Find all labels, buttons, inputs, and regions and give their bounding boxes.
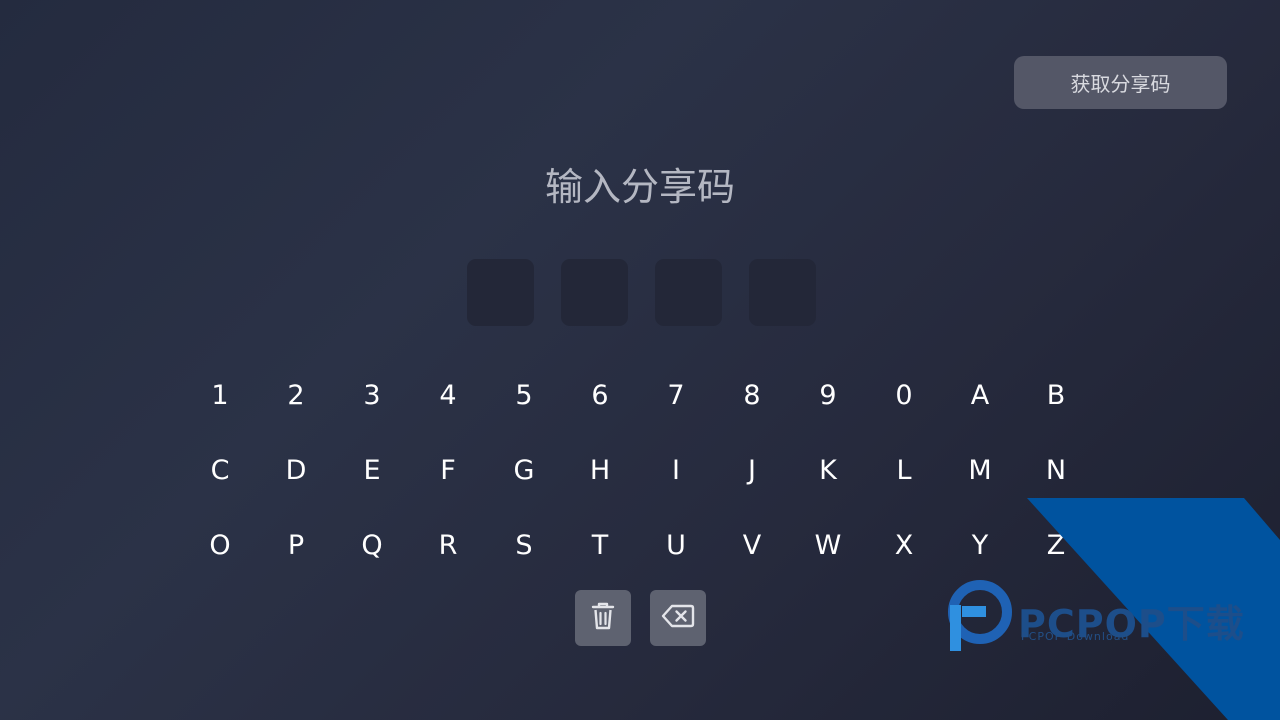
key-l[interactable]: L bbox=[874, 445, 934, 495]
code-slot-3 bbox=[655, 259, 722, 326]
key-s[interactable]: S bbox=[494, 520, 554, 570]
watermark-logo-icon bbox=[948, 580, 1012, 651]
key-z[interactable]: Z bbox=[1026, 520, 1086, 570]
page-title: 输入分享码 bbox=[544, 165, 735, 209]
key-y[interactable]: Y bbox=[950, 520, 1010, 570]
key-q[interactable]: Q bbox=[342, 520, 402, 570]
key-6[interactable]: 6 bbox=[570, 370, 630, 420]
key-8[interactable]: 8 bbox=[722, 370, 782, 420]
key-2[interactable]: 2 bbox=[266, 370, 326, 420]
backspace-icon bbox=[661, 603, 695, 633]
key-d[interactable]: D bbox=[266, 445, 326, 495]
watermark-subtitle: PCPOP Download bbox=[1021, 630, 1130, 643]
key-v[interactable]: V bbox=[722, 520, 782, 570]
code-slot-4 bbox=[749, 259, 816, 326]
key-a[interactable]: A bbox=[950, 370, 1010, 420]
clear-button[interactable] bbox=[575, 590, 631, 646]
key-o[interactable]: O bbox=[190, 520, 250, 570]
code-slot-2 bbox=[561, 259, 628, 326]
key-b[interactable]: B bbox=[1026, 370, 1086, 420]
key-0[interactable]: 0 bbox=[874, 370, 934, 420]
key-f[interactable]: F bbox=[418, 445, 478, 495]
key-x[interactable]: X bbox=[874, 520, 934, 570]
key-5[interactable]: 5 bbox=[494, 370, 554, 420]
key-n[interactable]: N bbox=[1026, 445, 1086, 495]
key-3[interactable]: 3 bbox=[342, 370, 402, 420]
key-e[interactable]: E bbox=[342, 445, 402, 495]
key-7[interactable]: 7 bbox=[646, 370, 706, 420]
key-1[interactable]: 1 bbox=[190, 370, 250, 420]
key-9[interactable]: 9 bbox=[798, 370, 858, 420]
key-k[interactable]: K bbox=[798, 445, 858, 495]
key-p[interactable]: P bbox=[266, 520, 326, 570]
key-c[interactable]: C bbox=[190, 445, 250, 495]
key-g[interactable]: G bbox=[494, 445, 554, 495]
key-w[interactable]: W bbox=[798, 520, 858, 570]
key-m[interactable]: M bbox=[950, 445, 1010, 495]
code-slot-1 bbox=[467, 259, 534, 326]
key-t[interactable]: T bbox=[570, 520, 630, 570]
trash-icon bbox=[589, 601, 617, 635]
key-r[interactable]: R bbox=[418, 520, 478, 570]
key-i[interactable]: I bbox=[646, 445, 706, 495]
backspace-button[interactable] bbox=[650, 590, 706, 646]
key-h[interactable]: H bbox=[570, 445, 630, 495]
key-4[interactable]: 4 bbox=[418, 370, 478, 420]
key-j[interactable]: J bbox=[722, 445, 782, 495]
get-share-code-button[interactable]: 获取分享码 bbox=[1014, 56, 1227, 109]
key-u[interactable]: U bbox=[646, 520, 706, 570]
